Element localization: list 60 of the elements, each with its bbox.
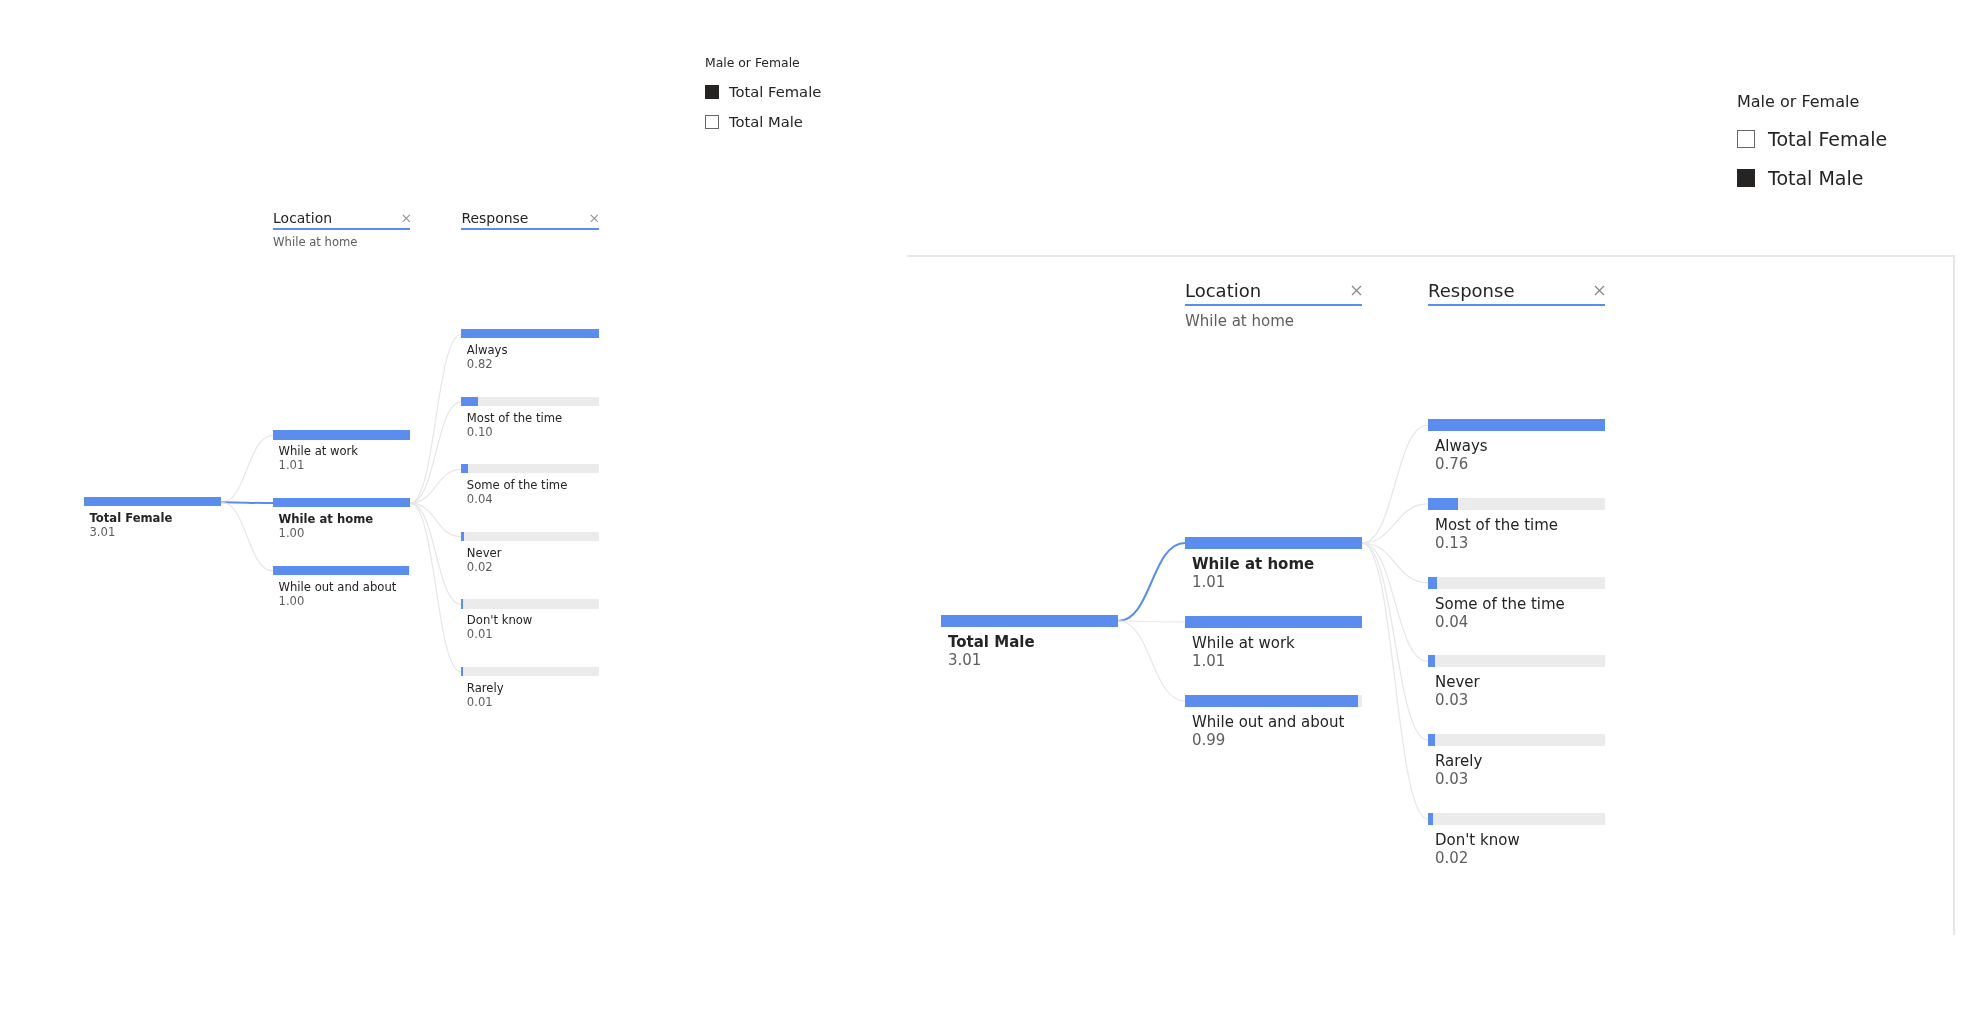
close-icon[interactable] — [401, 213, 411, 223]
node-value: 0.02 — [1434, 849, 1469, 867]
node-value: 0.99 — [1191, 731, 1226, 749]
node-label[interactable]: Some of the time — [1428, 594, 1565, 613]
node-label[interactable]: Some of the time — [461, 478, 568, 493]
node-label[interactable]: Most of the time — [1428, 515, 1559, 534]
node-value: 0.03 — [1434, 770, 1469, 789]
node-value: 0.13 — [1434, 533, 1469, 552]
legend-label[interactable]: Total Female — [729, 83, 822, 101]
drill-path-label: While at home — [1185, 312, 1296, 330]
legend-title: Male or Female — [1737, 92, 1860, 111]
node-label[interactable]: Never — [461, 545, 502, 560]
legend-title: Male or Female — [705, 55, 800, 70]
legend-label[interactable]: Total Female — [1768, 128, 1888, 150]
column-header[interactable]: Response — [461, 210, 529, 226]
node-value: 0.82 — [465, 357, 493, 372]
node-value: 3.01 — [88, 525, 116, 540]
node-label[interactable]: Most of the time — [461, 410, 563, 425]
node-value: 0.10 — [465, 424, 493, 439]
node-label[interactable]: Always — [1428, 437, 1488, 455]
node-value: 0.04 — [465, 492, 493, 507]
node-label[interactable]: While out and about — [273, 579, 397, 594]
node-label[interactable]: While at work — [273, 444, 359, 459]
node-value: 1.01 — [277, 458, 305, 473]
node-label[interactable]: Rarely — [1428, 752, 1483, 771]
node-label[interactable]: Total Male — [941, 633, 1035, 651]
legend-checkbox[interactable] — [1737, 130, 1755, 148]
node-value: 0.01 — [465, 627, 493, 642]
close-icon[interactable] — [590, 213, 599, 223]
node-value: 1.00 — [277, 525, 305, 540]
node-label[interactable]: Don't know — [1428, 831, 1520, 849]
node-value: 0.01 — [465, 694, 493, 709]
close-icon[interactable] — [1594, 285, 1605, 296]
node-label[interactable]: Total Female — [84, 511, 173, 526]
column-header[interactable]: Location — [273, 210, 333, 226]
node-label[interactable]: Never — [1428, 673, 1480, 692]
node-label[interactable]: Always — [461, 343, 508, 358]
node-value: 0.02 — [465, 559, 493, 574]
column-header[interactable]: Location — [1185, 280, 1262, 301]
legend-label[interactable]: Total Male — [1768, 167, 1864, 189]
drill-path-label: While at home — [273, 234, 359, 249]
legend-checkbox[interactable] — [705, 84, 719, 99]
node-label[interactable]: While at home — [1185, 555, 1315, 573]
node-label[interactable]: While out and about — [1185, 713, 1345, 731]
node-value: 0.76 — [1434, 455, 1469, 473]
close-icon[interactable] — [1351, 285, 1362, 296]
column-header[interactable]: Response — [1428, 280, 1515, 301]
node-value: 0.04 — [1434, 612, 1469, 631]
node-label[interactable]: Rarely — [461, 680, 504, 695]
node-label[interactable]: While at home — [273, 511, 374, 526]
node-value: 1.01 — [1191, 573, 1226, 591]
node-value: 3.01 — [947, 651, 982, 669]
legend-label[interactable]: Total Male — [729, 113, 803, 131]
node-value: 0.03 — [1434, 691, 1469, 710]
node-label[interactable]: Don't know — [461, 613, 533, 628]
legend-checkbox[interactable] — [1737, 169, 1755, 187]
legend-checkbox[interactable] — [705, 114, 719, 129]
node-value: 1.01 — [1191, 652, 1226, 670]
node-value: 1.00 — [277, 593, 305, 608]
node-label[interactable]: While at work — [1185, 634, 1295, 652]
